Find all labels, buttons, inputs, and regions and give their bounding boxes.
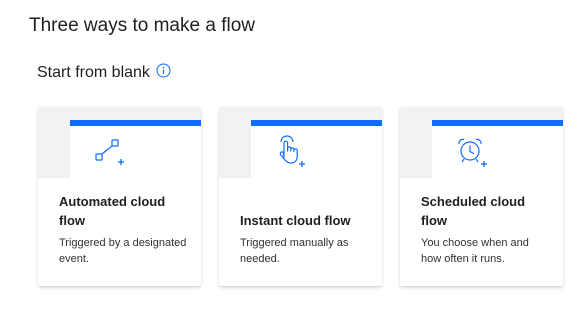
card-illustration <box>219 107 382 178</box>
card-illustration <box>400 107 563 178</box>
card-accent-bar <box>432 120 563 126</box>
alarm-clock-icon <box>458 138 487 167</box>
page-title: Three ways to make a flow <box>29 15 255 36</box>
card-description: You choose when and how often it runs. <box>421 237 529 265</box>
info-icon[interactable] <box>156 63 171 78</box>
card-title: Scheduled cloud flow <box>421 194 526 228</box>
section-header: Start from blank <box>37 63 171 82</box>
card-title: Instant cloud flow <box>240 213 351 228</box>
scheduled-cloud-flow-card[interactable]: Scheduled cloud flow You choose when and… <box>400 107 563 286</box>
touch-hand-icon <box>279 135 305 167</box>
card-accent-bar <box>251 120 382 126</box>
card-description: Triggered by a designated event. <box>59 237 187 265</box>
instant-cloud-flow-card[interactable]: Instant cloud flow Triggered manually as… <box>219 107 382 286</box>
automated-cloud-flow-card[interactable]: Automated cloud flow Triggered by a desi… <box>38 107 201 286</box>
card-title: Automated cloud flow <box>59 194 166 228</box>
card-illustration-panel <box>432 120 563 178</box>
automated-flow-icon <box>95 139 124 165</box>
card-illustration-panel <box>251 120 382 178</box>
section-title: Start from blank <box>37 64 150 81</box>
card-illustration <box>38 107 201 178</box>
card-illustration-panel <box>70 120 201 178</box>
card-description: Triggered manually as needed. <box>240 237 349 265</box>
card-accent-bar <box>70 120 201 126</box>
